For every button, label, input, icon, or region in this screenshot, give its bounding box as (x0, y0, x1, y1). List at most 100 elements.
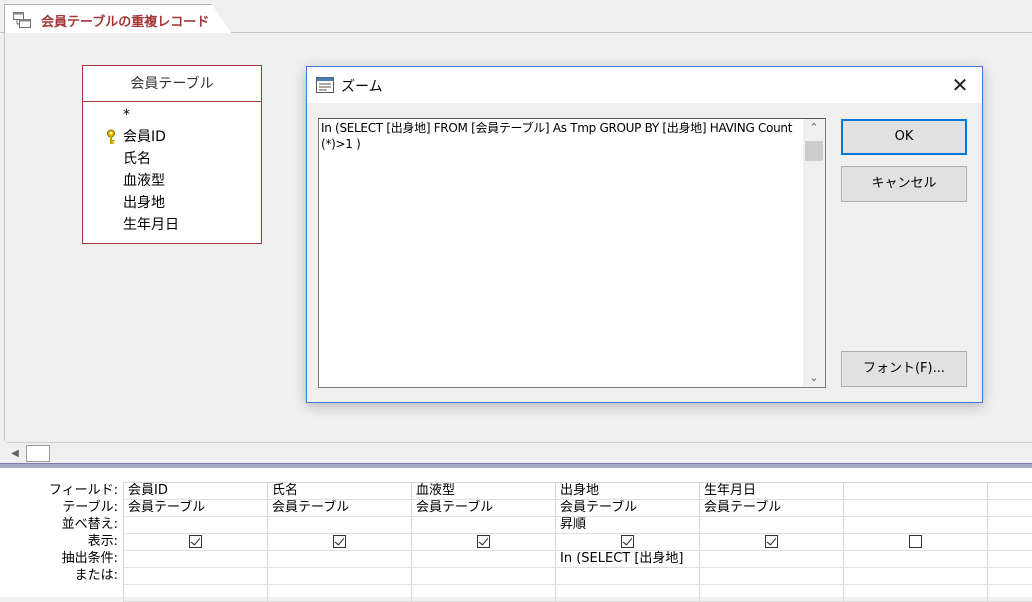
zoom-dialog: ズーム ✕ In (SELECT [出身地] FROM [会員テーブル] As … (306, 66, 983, 403)
document-tab[interactable]: 会員テーブルの重複レコード (4, 4, 232, 34)
row-label-show: 表示: (87, 534, 118, 549)
grid-cell[interactable] (555, 585, 699, 602)
grid-cell (267, 534, 411, 551)
close-icon[interactable]: ✕ (938, 67, 982, 103)
grid-cell[interactable] (123, 517, 267, 534)
grid-cell[interactable] (267, 568, 411, 585)
scroll-thumb[interactable] (805, 141, 823, 161)
field-list-item[interactable]: 生年月日 (123, 214, 261, 236)
field-list-items: * 会員ID 氏名 血液型 出身地 生年月日 (83, 102, 261, 236)
grid-cell[interactable] (987, 585, 1032, 602)
grid-cell[interactable] (987, 500, 1032, 517)
grid-cell[interactable] (987, 551, 1032, 568)
grid-cell[interactable] (123, 568, 267, 585)
show-checkbox[interactable] (909, 535, 922, 548)
chevron-down-icon[interactable]: ⌄ (803, 369, 825, 387)
grid-cell (555, 534, 699, 551)
field-list-window[interactable]: 会員テーブル * 会員ID 氏名 血液型 出身地 生年月日 (82, 65, 262, 244)
grid-cell[interactable] (987, 517, 1032, 534)
grid-cell[interactable] (987, 483, 1032, 500)
grid-row-extra (123, 585, 1032, 602)
document-tab-bar: 会員テーブルの重複レコード (0, 0, 1032, 34)
grid-cells: 会員ID 氏名 血液型 出身地 生年月日 会員テーブル 会員テーブル 会員テーブ… (123, 482, 1032, 602)
design-horizontal-scrollbar[interactable]: ◀ (6, 442, 1032, 462)
row-label-sort: 並べ替え: (61, 517, 118, 532)
grid-cell[interactable]: 会員テーブル (123, 500, 267, 517)
grid-cell[interactable] (411, 517, 555, 534)
grid-row-sort: 昇順 (123, 517, 1032, 534)
grid-cell[interactable]: 会員テーブル (699, 500, 843, 517)
grid-cell[interactable] (699, 517, 843, 534)
grid-cell[interactable] (843, 500, 987, 517)
grid-cell[interactable]: 会員テーブル (267, 500, 411, 517)
grid-cell[interactable]: 会員テーブル (555, 500, 699, 517)
primary-key-icon (107, 129, 115, 144)
grid-cell[interactable] (987, 568, 1032, 585)
grid-cell[interactable] (123, 585, 267, 602)
grid-cell[interactable] (843, 551, 987, 568)
field-list-title[interactable]: 会員テーブル (83, 66, 261, 102)
grid-row-table: 会員テーブル 会員テーブル 会員テーブル 会員テーブル 会員テーブル (123, 500, 1032, 517)
grid-cell[interactable] (699, 585, 843, 602)
grid-cell[interactable] (123, 551, 267, 568)
show-checkbox[interactable] (333, 535, 346, 548)
grid-cell (411, 534, 555, 551)
show-checkbox[interactable] (765, 535, 778, 548)
grid-cell[interactable] (267, 517, 411, 534)
grid-cell[interactable] (843, 517, 987, 534)
grid-cell (699, 534, 843, 551)
row-label-or: または: (74, 568, 118, 583)
zoom-text-area[interactable]: In (SELECT [出身地] FROM [会員テーブル] As Tmp GR… (318, 118, 826, 388)
grid-cell[interactable] (699, 551, 843, 568)
grid-cell[interactable] (267, 551, 411, 568)
grid-cell[interactable] (843, 483, 987, 500)
grid-cell (123, 534, 267, 551)
grid-cell[interactable] (267, 585, 411, 602)
field-list-item[interactable]: 出身地 (123, 192, 261, 214)
field-list-item[interactable]: * (123, 104, 261, 126)
chevron-left-icon[interactable]: ◀ (6, 445, 24, 462)
field-list-item[interactable]: 氏名 (123, 148, 261, 170)
grid-row-criteria: In (SELECT [出身地] (123, 551, 1032, 568)
grid-cell[interactable] (843, 585, 987, 602)
grid-cell[interactable]: 会員ID (123, 483, 267, 500)
zoom-dialog-titlebar[interactable]: ズーム ✕ (307, 67, 982, 103)
grid-cell (843, 534, 987, 551)
row-label-criteria: 抽出条件: (61, 551, 118, 566)
grid-cell[interactable] (987, 534, 1032, 551)
grid-cell[interactable]: In (SELECT [出身地] (555, 551, 699, 568)
zoom-dialog-title: ズーム (341, 79, 383, 95)
grid-cell[interactable] (555, 568, 699, 585)
field-list-item[interactable]: 会員ID (107, 126, 261, 148)
query-design-icon (13, 12, 31, 28)
font-button[interactable]: フォント(F)... (841, 351, 967, 387)
row-label-table: テーブル: (62, 500, 118, 515)
grid-row-or (123, 568, 1032, 585)
zoom-vertical-scrollbar[interactable]: ⌃ ⌄ (803, 119, 825, 387)
grid-cell[interactable]: 昇順 (555, 517, 699, 534)
grid-cell[interactable]: 血液型 (411, 483, 555, 500)
zoom-window-icon (316, 77, 334, 93)
grid-cell[interactable] (843, 568, 987, 585)
scroll-thumb[interactable] (26, 445, 50, 462)
field-list-item[interactable]: 血液型 (123, 170, 261, 192)
grid-cell[interactable] (699, 568, 843, 585)
grid-cell[interactable] (411, 568, 555, 585)
grid-cell[interactable] (411, 551, 555, 568)
zoom-expression-text[interactable]: In (SELECT [出身地] FROM [会員テーブル] As Tmp GR… (321, 120, 803, 152)
document-tab-label: 会員テーブルの重複レコード (41, 15, 210, 30)
grid-cell[interactable]: 会員テーブル (411, 500, 555, 517)
cancel-button[interactable]: キャンセル (841, 166, 967, 202)
query-design-grid: フィールド: テーブル: 並べ替え: 表示: 抽出条件: または: 会員ID 氏… (0, 468, 1032, 602)
show-checkbox[interactable] (189, 535, 202, 548)
grid-cell[interactable]: 出身地 (555, 483, 699, 500)
grid-row-show (123, 534, 1032, 551)
grid-cell[interactable]: 生年月日 (699, 483, 843, 500)
grid-cell[interactable] (411, 585, 555, 602)
ok-button[interactable]: OK (841, 119, 967, 155)
show-checkbox[interactable] (621, 535, 634, 548)
grid-row-labels: フィールド: テーブル: 並べ替え: 表示: 抽出条件: または: (0, 482, 124, 584)
chevron-up-icon[interactable]: ⌃ (803, 119, 825, 137)
show-checkbox[interactable] (477, 535, 490, 548)
grid-cell[interactable]: 氏名 (267, 483, 411, 500)
